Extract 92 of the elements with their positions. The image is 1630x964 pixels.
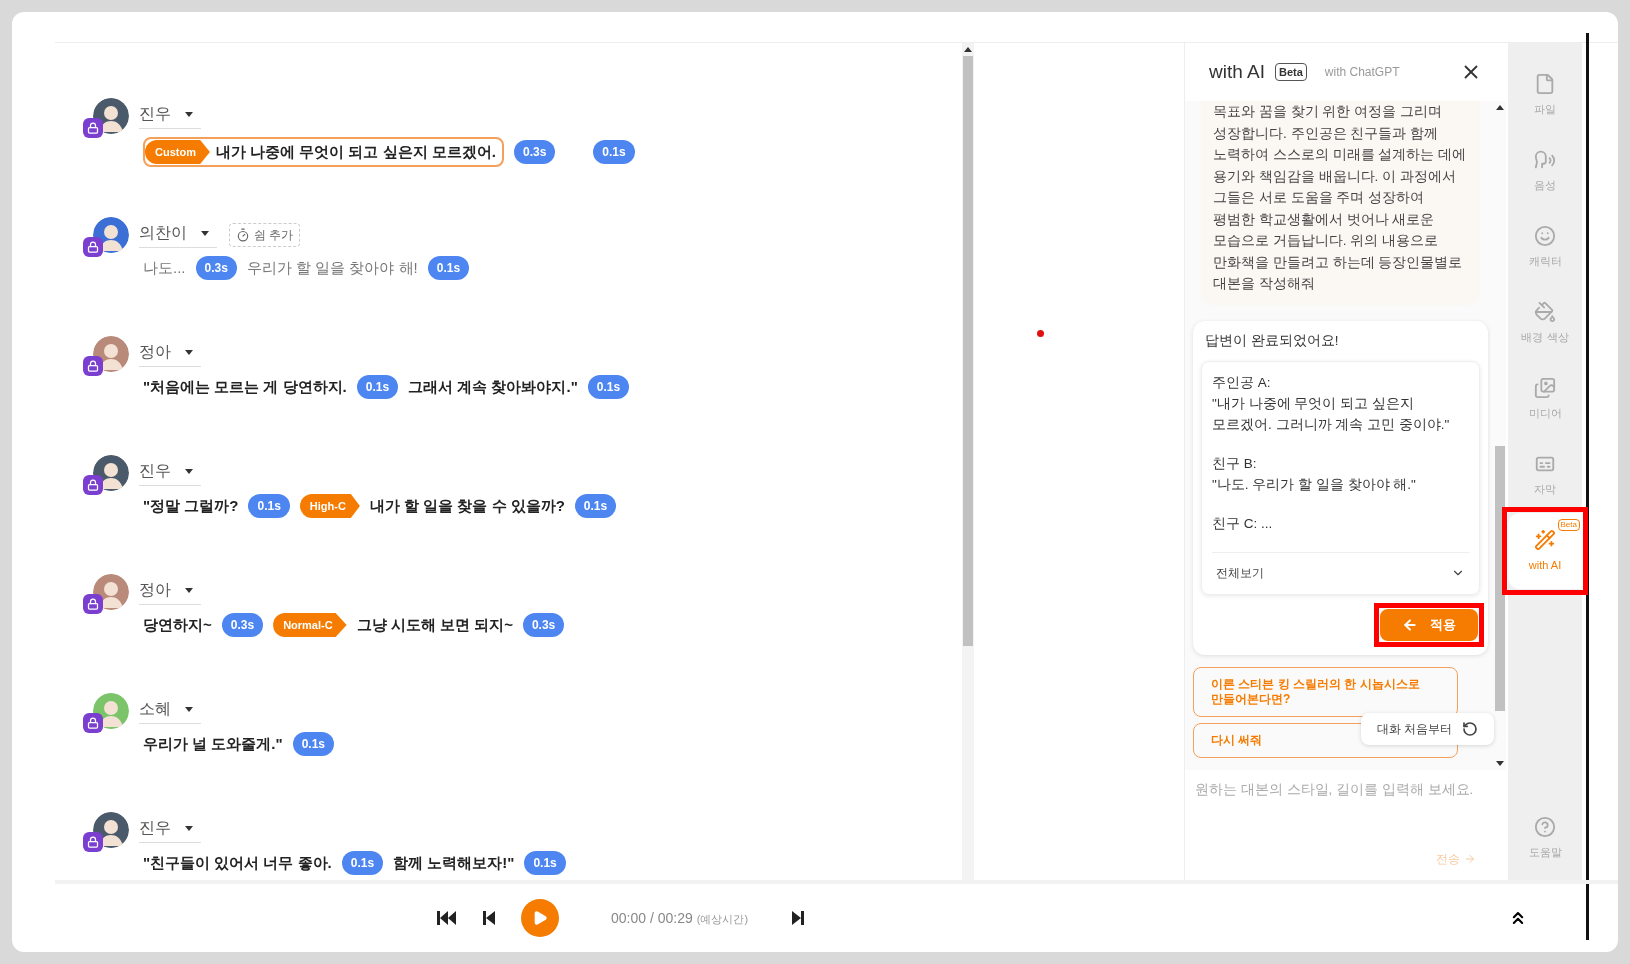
timer-icon [236, 227, 250, 242]
expand-toggle[interactable]: 전체보기 [1212, 551, 1469, 594]
pause-chip[interactable]: 0.3s [195, 256, 237, 280]
panel-title: with AI [1209, 59, 1265, 84]
pause-chip[interactable]: 0.1s [248, 494, 290, 518]
dialogue-text: "정말 그럴까? [143, 495, 239, 516]
pause-chip[interactable]: 0.1s [593, 140, 635, 164]
scroll-down-icon[interactable] [1496, 761, 1504, 766]
caret-icon [185, 468, 193, 474]
skip-to-start-button[interactable] [437, 911, 457, 925]
speaker-select[interactable]: 진우 [139, 459, 201, 486]
user-message: 목표와 꿈을 찾기 위한 여정을 그리며 성장합니다. 주인공은 친구들과 함께 노력하여 스스로의 미래를 설계하는 데에 용기와 책임감을 배웁니다. 이 과정에서 그들은 서로 도움을 주며 성장하여 평범한 학교생활에서 벗어나 새로운 모습으로 거듭납니다. 위의 내용으로 만화책을 만들려고 하는데 등장인물별로 대본을 작성해줘 [1201, 101, 1480, 305]
next-button[interactable] [792, 911, 805, 925]
time-note: (예상시간) [696, 911, 749, 927]
prompt-field[interactable]: 원하는 대본의 스타일, 길이를 입력해 보세요. [1195, 780, 1496, 850]
tagged-dialogue[interactable]: Custom 내가 나중에 무엇이 되고 싶은지 모르겠어. [143, 137, 504, 167]
pause-chip[interactable]: 0.1s [427, 256, 470, 280]
dialogue-text: "친구들이 있어서 너무 좋아. [143, 852, 332, 873]
caret-icon [185, 349, 193, 355]
script-line: "내가 나중에 무엇이 되고 싶은지 모르겠어. 그러니까 계속 고민 중이야." [1212, 394, 1451, 434]
previous-icon [483, 911, 495, 925]
skip-to-start-icon [437, 911, 457, 925]
pause-chip[interactable]: 0.1s [292, 732, 334, 756]
sidebar-item[interactable]: 캐릭터 [1508, 209, 1582, 285]
restart-floating-menu[interactable]: 대화 처음부터 [1361, 713, 1495, 745]
file-icon [1534, 72, 1556, 95]
speaker-select[interactable]: 정아 [139, 578, 201, 605]
sidebar-item[interactable]: 음성 [1508, 133, 1582, 209]
speaker-select[interactable]: 진우 [139, 816, 201, 843]
play-icon [532, 910, 548, 926]
panel-subtitle: with ChatGPT [1324, 64, 1400, 81]
dialogue-text: 우리가 할 일을 찾아야 해! [246, 257, 418, 278]
dialogue-text: 우리가 널 도와줄게." [143, 733, 283, 754]
add-pause-button[interactable]: 쉼 추가 [229, 222, 301, 247]
sidebar-item[interactable]: 미디어 [1508, 361, 1582, 437]
dialogue-text: 그래서 계속 찾아봐야지." [408, 376, 578, 397]
dialogue-text: "처음에는 모르는 게 당연하지. [143, 376, 347, 397]
previous-button[interactable] [483, 911, 495, 925]
pause-chip[interactable]: 0.1s [356, 375, 399, 399]
scrollbar[interactable] [962, 43, 974, 880]
refresh-icon [1462, 721, 1479, 737]
help-button[interactable]: 도움말 [1508, 815, 1582, 860]
pause-chip[interactable]: 0.3s [522, 613, 565, 637]
help-icon [1534, 815, 1556, 838]
arrow-right-icon [1464, 853, 1476, 865]
caret-icon [185, 825, 193, 831]
script-line: "나도. 우리가 할 일을 찾아야 해." [1212, 475, 1417, 494]
pause-chip[interactable]: 0.1s [574, 494, 617, 518]
dialogue-text: 나도... [143, 257, 186, 278]
dialogue-text: 당연하지~ [143, 614, 212, 635]
emotion-tag[interactable]: Normal-C [273, 613, 347, 637]
caret-icon [185, 111, 193, 117]
speaker-select[interactable]: 소혜 [139, 697, 201, 724]
scroll-up-icon[interactable] [1496, 105, 1504, 110]
dialogue-text: 그냥 시도해 보면 되지~ [356, 614, 513, 635]
sidebar-item[interactable]: 배경 색상 [1508, 285, 1582, 361]
caret-icon [201, 230, 209, 236]
sidebar-item[interactable]: 파일 [1508, 57, 1582, 133]
script-line: 주인공 A: [1212, 373, 1272, 392]
playback-time: 00:00 / 00:29 [611, 908, 693, 928]
pause-chip[interactable]: 0.3s [221, 613, 264, 637]
pause-chip[interactable]: 0.1s [524, 851, 566, 875]
smiley-icon [1534, 224, 1556, 247]
script-line: 친구 B: [1212, 454, 1258, 473]
dialogue-text: 내가 할 일을 찾을 수 있을까? [369, 495, 565, 516]
arrow-left-icon [1402, 616, 1418, 633]
play-button[interactable] [521, 899, 559, 937]
sidebar-item[interactable]: Beta with AI [1508, 513, 1582, 589]
dialogue-text: 함께 노력해보자!" [393, 852, 515, 873]
speaking-person-icon [1534, 148, 1556, 171]
pause-chip[interactable]: 0.3s [513, 140, 556, 164]
caret-icon [185, 706, 193, 712]
speaker-select[interactable]: 의찬이 [139, 221, 217, 248]
paint-bucket-icon [1534, 300, 1556, 323]
script-line: 친구 C: ... [1212, 514, 1274, 533]
beta-badge: Beta [1275, 62, 1307, 82]
sidebar-item[interactable]: 자막 [1508, 437, 1582, 513]
caret-icon [185, 587, 193, 593]
scroll-up-icon[interactable] [964, 47, 972, 52]
dialogue-text: 내가 나중에 무엇이 되고 싶은지 모르겠어. [215, 141, 496, 162]
emotion-tag[interactable]: Custom [145, 140, 210, 164]
apply-button[interactable]: 적용 [1380, 608, 1478, 641]
pause-chip[interactable]: 0.1s [341, 851, 384, 875]
answer-status: 답변이 완료되었어요! [1204, 331, 1340, 350]
emotion-tag[interactable]: High-C [299, 494, 360, 518]
speaker-select[interactable]: 정아 [139, 340, 201, 367]
speaker-select[interactable]: 진우 [139, 102, 201, 129]
beta-badge: Beta [1557, 519, 1580, 531]
magic-wand-icon [1534, 528, 1556, 551]
pause-chip[interactable]: 0.1s [587, 375, 630, 399]
next-icon [792, 911, 805, 925]
images-icon [1534, 376, 1556, 399]
